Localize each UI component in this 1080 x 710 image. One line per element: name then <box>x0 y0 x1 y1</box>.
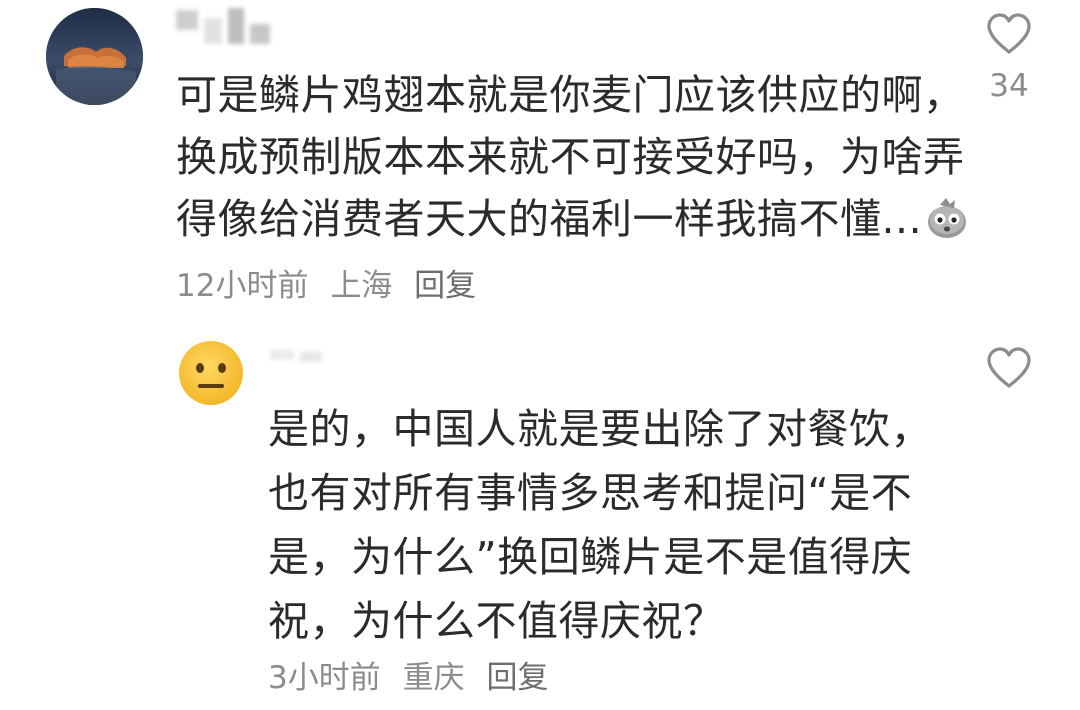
username-redacted <box>270 348 330 368</box>
sunset-sky-avatar-image <box>46 8 143 105</box>
username-redacted <box>176 8 286 46</box>
reply-button[interactable]: 回复 <box>486 660 548 696</box>
reply-text-line: 也有对所有事情多思考和提问“是不 <box>268 469 913 517</box>
comment-text-line: 换成预制版本本来就不可接受好吗，为啥弄 <box>176 133 965 181</box>
stone-face-emoji-icon <box>926 194 968 256</box>
reply-button[interactable]: 回复 <box>414 268 476 304</box>
reply-text-line: 是，为什么”换回鳞片是不是值得庆 <box>268 533 913 581</box>
like-button[interactable]: 34 <box>978 12 1040 104</box>
neutral-face-emoji-icon <box>179 341 243 405</box>
avatar[interactable] <box>46 8 143 105</box>
comment-time: 12小时前 <box>176 268 309 304</box>
comment-text-line: 可是鳞片鸡翅本就是你麦门应该供应的啊， <box>176 71 965 119</box>
reply-location: 重庆 <box>402 660 465 696</box>
avatar[interactable] <box>178 340 244 406</box>
reply-meta: 3小时前 重庆 回复 <box>268 652 560 697</box>
comment-text-line: 得像给消费者天大的福利一样我搞不懂... <box>176 188 968 256</box>
reply-time: 3小时前 <box>268 660 381 696</box>
comment-text: 可是鳞片鸡翅本就是你麦门应该供应的啊， 换成预制版本本来就不可接受好吗，为啥弄 … <box>176 64 968 256</box>
reply-text: 是的，中国人就是要出除了对餐饮， 也有对所有事情多思考和提问“是不 是，为什么”… <box>268 397 948 653</box>
reply-text-line: 祝，为什么不值得庆祝？ <box>268 597 725 645</box>
like-button[interactable] <box>978 346 1040 394</box>
comment-meta: 12小时前 上海 回复 <box>176 260 488 305</box>
heart-icon <box>987 13 1031 54</box>
heart-icon <box>987 347 1031 388</box>
like-count: 34 <box>989 68 1029 104</box>
reply-text-line: 是的，中国人就是要出除了对餐饮， <box>268 405 932 453</box>
comment-location: 上海 <box>330 268 393 304</box>
